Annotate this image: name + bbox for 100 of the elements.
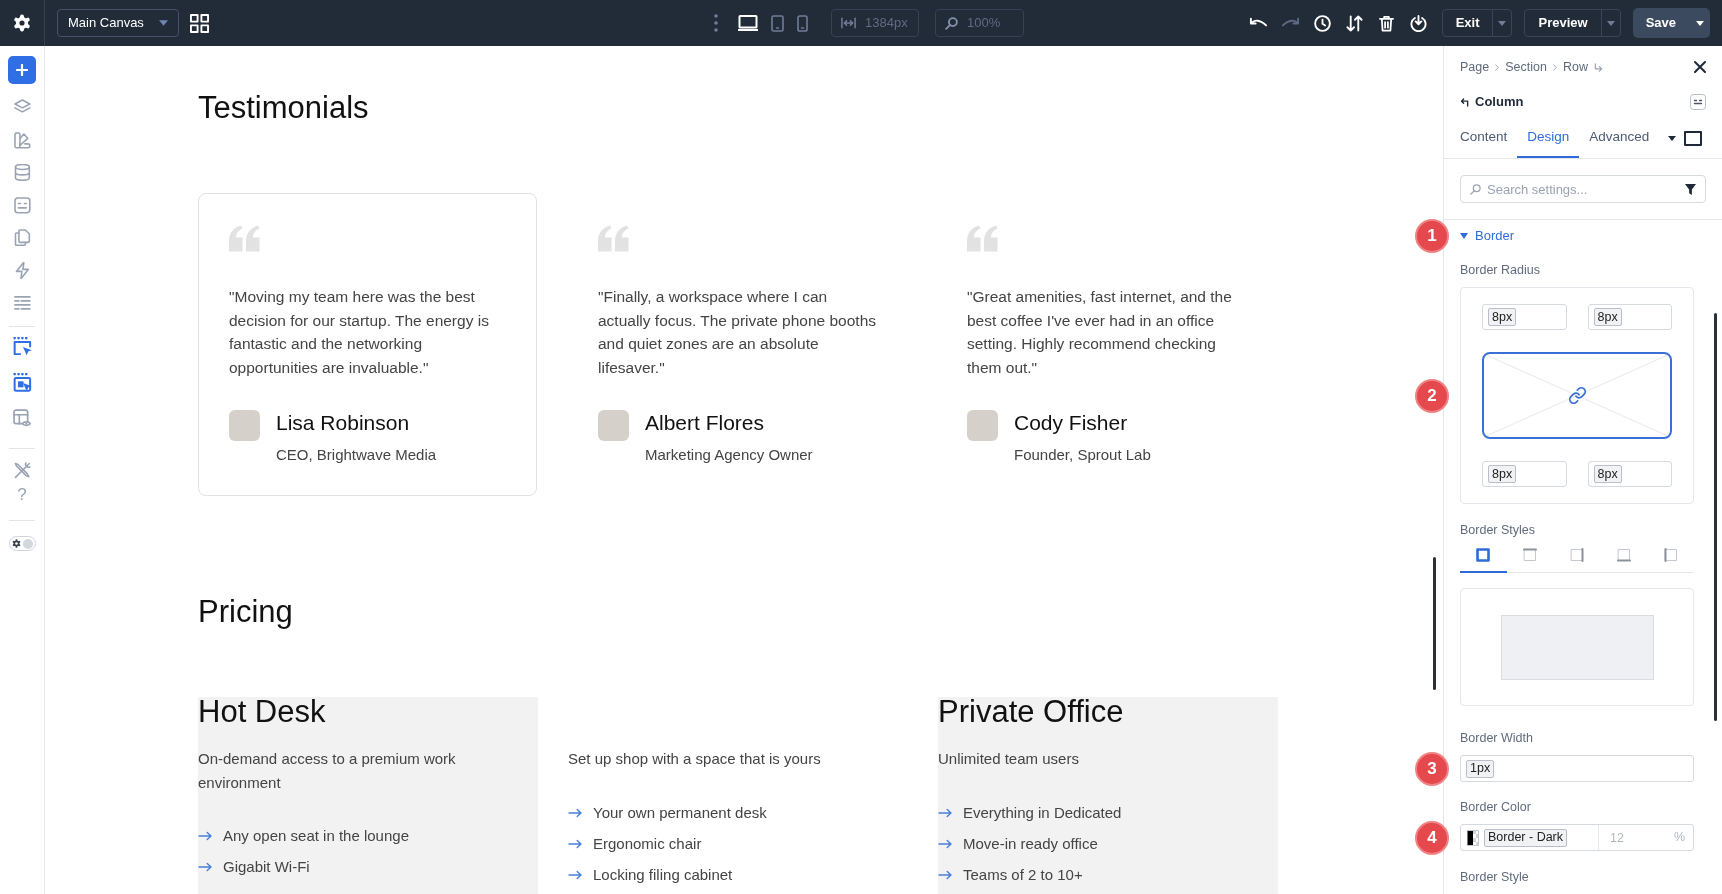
tablet-icon[interactable] — [771, 14, 784, 32]
radius-field[interactable]: 8px — [1482, 304, 1567, 330]
caret-down-icon — [1606, 20, 1615, 26]
feature-text: Ergonomic chair — [593, 833, 702, 854]
phone-icon[interactable] — [797, 14, 808, 32]
arrow-right-icon — [938, 807, 952, 818]
search-field[interactable]: Search settings... — [1460, 175, 1706, 203]
back-arrow-icon[interactable] — [1460, 97, 1469, 107]
value-token: Border - Dark — [1484, 828, 1568, 847]
scrollbar-thumb[interactable] — [1433, 557, 1436, 690]
more-icon[interactable] — [714, 14, 718, 32]
canvas-dropdown[interactable]: Main Canvas — [57, 9, 179, 37]
caret-down-icon — [159, 20, 168, 26]
plan-description: Unlimited team users — [938, 749, 1080, 769]
clock-icon[interactable] — [1314, 14, 1332, 32]
arrow-right-icon — [938, 869, 952, 880]
unit-label: % — [1673, 829, 1685, 847]
settings-icon[interactable] — [13, 14, 31, 32]
tab[interactable]: Design — [1517, 118, 1580, 158]
quote-icon — [598, 225, 629, 252]
feature-text: Teams of 2 to 10+ — [963, 864, 1083, 885]
split-button[interactable]: Preview — [1524, 9, 1621, 37]
chevron-right-icon — [1495, 63, 1500, 71]
select-frame-icon[interactable] — [12, 337, 32, 356]
breadcrumb-link[interactable]: Page — [1460, 57, 1490, 77]
breadcrumb-link[interactable]: Row — [1562, 57, 1588, 77]
feature-text: Locking filing cabinet — [593, 864, 733, 885]
form-icon[interactable] — [13, 196, 31, 214]
arrow-right-icon — [568, 869, 582, 880]
square-icon[interactable] — [1684, 130, 1702, 146]
opacity-field[interactable]: 12 — [1598, 825, 1668, 850]
author-role: CEO, Brightwave Media — [276, 445, 437, 466]
border-top-icon — [1523, 547, 1538, 562]
tab[interactable]: Content — [1450, 118, 1518, 158]
plan-title: Hot Desk — [198, 697, 327, 727]
toggle-knob — [22, 538, 33, 549]
trash-icon[interactable] — [1379, 14, 1395, 32]
gear-icon — [11, 539, 21, 548]
split-button[interactable]: Save — [1632, 8, 1710, 38]
avatar-placeholder — [967, 410, 998, 442]
layers-icon[interactable] — [13, 99, 31, 116]
split-button[interactable]: Exit — [1441, 9, 1513, 37]
radius-field[interactable]: 8px — [1587, 461, 1672, 487]
close-icon[interactable] — [1694, 61, 1706, 73]
caret-down-icon — [1695, 20, 1704, 26]
tab[interactable]: Advanced — [1579, 118, 1660, 158]
quote-text: "Great amenities, fast internet, and the best coffee I've ever had in an office setting. Highly recommend checking them out." — [967, 287, 1233, 378]
filter-icon[interactable] — [1685, 184, 1696, 195]
feature-text: Move-in ready office — [963, 833, 1098, 854]
select-frame-icon[interactable] — [12, 373, 32, 392]
feature-text: Your own permanent desk — [593, 802, 767, 823]
grid-icon[interactable] — [190, 13, 209, 33]
color-field[interactable]: Border - Dark 12 % — [1460, 824, 1694, 851]
desktop-icon[interactable] — [738, 15, 758, 31]
plan-title: Private Office — [938, 697, 1125, 727]
breadcrumb-link[interactable]: Section — [1505, 57, 1547, 77]
section-toggle[interactable]: Border — [1475, 226, 1515, 246]
add-button[interactable] — [8, 56, 36, 84]
arrow-right-icon — [198, 862, 212, 872]
lightning-icon[interactable] — [13, 261, 31, 279]
layout-eye-icon[interactable] — [13, 409, 31, 427]
undo-icon[interactable] — [1249, 17, 1269, 29]
feature-text: Any open seat in the lounge — [223, 826, 409, 846]
radius-field[interactable]: 8px — [1482, 461, 1567, 487]
value-token: 8px — [1488, 308, 1517, 326]
width-input[interactable]: 1px — [1460, 755, 1694, 782]
value-token: 1px — [1466, 759, 1495, 778]
author-name: Cody Fisher — [1014, 410, 1129, 437]
arrow-right-icon — [198, 831, 212, 841]
field-label: Border Radius — [1460, 262, 1541, 278]
corner-arrow-icon[interactable] — [1593, 62, 1603, 72]
avatar-placeholder — [598, 410, 629, 442]
tools-icon[interactable] — [13, 462, 31, 479]
theme-toggle[interactable] — [8, 536, 36, 551]
author-name: Lisa Robinson — [276, 410, 411, 437]
plan-description: Set up shop with a space that is yours — [568, 749, 822, 769]
book-leaf-icon[interactable] — [13, 131, 31, 149]
database-icon[interactable] — [13, 164, 31, 181]
section-heading: Pricing — [198, 593, 294, 631]
list-icon[interactable] — [13, 294, 31, 311]
radius-field[interactable]: 8px — [1587, 304, 1672, 330]
quote-icon — [967, 225, 998, 252]
panel-title: Column — [1475, 93, 1524, 112]
caret-down-icon[interactable] — [1668, 135, 1676, 141]
border-left-icon — [1663, 547, 1678, 562]
scrollbar-thumb[interactable] — [1714, 313, 1717, 721]
value-token: 8px — [1488, 465, 1517, 483]
triangle-icon[interactable] — [1460, 233, 1468, 239]
caret-down-icon — [1498, 20, 1507, 26]
author-role: Founder, Sprout Lab — [1014, 445, 1151, 466]
pages-icon[interactable] — [13, 229, 31, 246]
box-lines-icon[interactable] — [1690, 94, 1706, 110]
border-right-icon — [1570, 547, 1584, 562]
field-label: Border Color — [1460, 799, 1532, 815]
link-icon[interactable] — [1568, 387, 1586, 404]
swatch-icon[interactable] — [1467, 829, 1479, 846]
author-role: Marketing Agency Owner — [645, 445, 813, 466]
sort-arrows-icon[interactable] — [1346, 14, 1364, 32]
arrow-right-icon — [568, 807, 582, 818]
field-label: Border Style — [1460, 869, 1530, 885]
